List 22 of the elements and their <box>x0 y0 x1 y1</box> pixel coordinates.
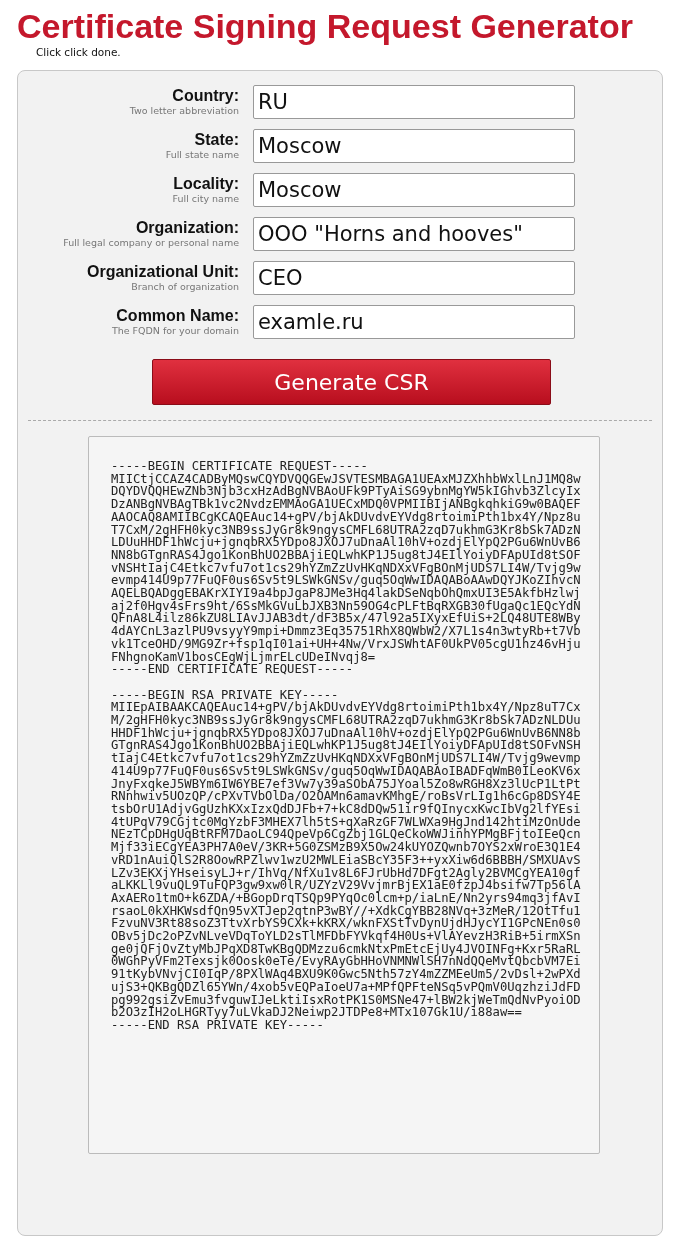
generate-button[interactable]: Generate CSR <box>152 359 551 405</box>
field-label: Organization: <box>135 219 239 237</box>
text-field[interactable]: CEO <box>253 261 575 295</box>
field-hint: Full city name <box>172 193 239 205</box>
field-hint: Full state name <box>165 149 239 161</box>
field-hint: Branch of organization <box>131 281 239 293</box>
field-label: Organizational Unit: <box>87 263 239 281</box>
text-field[interactable]: OOO "Horns and hooves" <box>253 217 575 251</box>
output-textarea[interactable]: -----BEGIN CERTIFICATE REQUEST----- MIICtjCCAZ4CADByMQswCQYDVQQGEwJSVTESMBAGA1UEAxMJZXhhbWxlLnJ1MQ8w DQYDVQQHEwZNb3Njb3cxHzAdBgNVBAoUFk9PTyAiSG9ybnMgYW5kIGhvb3ZlcyIx DzANBgNVBAgTBk1vc2NvdzEMMAoGA1UECxMDQ0VPMIIBIjANBgkqhkiG9w0BAQEF AAOCAQ8AMIIBCgKCAQEAuc14+gPV/bjAkDUvdvEYVdg8rtoimiPth1bx4Y/Npz8u T7CxM/2gHFH0kyc3NB9ssJyGr8k9ngysCMFL68UTRA2zqD7ukhmG3Kr8bSk7ADzN LDUuHHDF1hWcju+jgnqbRX5YDpo8JXOJ7uDnaAl10hV+ozdjElYpQ2PGu6WnUvB6 NN8bGTgnRAS4Jgo1KonBhUO2BBAjiEQLwhKP1J5ug8tJ4EIlYoiyDFApUId8tSOF vNSHtIajC4Etkc7vfu7ot1cs29hYZmZzUvHKqNDXxVFgBOnMjUDS7LI4W/Tvjg9w evmp414U9p77FuQF0us6Sv5t9LSWkGNSv/guq5OqWwIDAQABoAAwDQYJKoZIhvcN AQELBQADggEBAKrXIYI9a4bpJgaP8JMe3Hq4lakDSeNqbOhQmxUI3E5AkfbHzlwj aj2f0Hgv4sFrs9ht/6SsMkGVuLbJXB3Nn59OG4cPLFtBqRXGB30fUgaQc1EQcYdN QFnA8L4ilz86kZU8LIAvJJAB3dt/dF3B5x/47l92a5IXyxEfUiS+2LQ48UTE8WBy 4dAYCnL3azlPU9vsyyY9mpi+Dmmz3Eq35751RhX8QWbW2/X7L1s4n3wtyRb+t7Vb vk1TceOHD/9MG9Zr+fsp1qI01ai+UH+4Nw/VrxJSWhtAF0UkPV05cgU1hz46vHju FNhgnoKamV1bosCEgWjLjmrELcUDeINvqj8= -----END CERTIFICATE REQUEST----- -----BEGIN RSA PRIVATE KEY----- MIIEpAIBAAKCAQEAuc14+gPV/bjAkDUvdvEYVdg8rtoimiPth1bx4Y/Npz8uT7Cx M/2gHFH0kyc3NB9ssJyGr8k9ngysCMFL68UTRA2zqD7ukhmG3Kr8bSk7ADzNLDUu HHDF1hWcju+jgnqbRX5YDpo8JXOJ7uDnaAl10hV+ozdjElYpQ2PGu6WnUvB6NN8b GTgnRAS4Jgo1KonBhUO2BBAjiEQLwhKP1J5ug8tJ4EIlYoiyDFApUId8tSOFvNSH tIajC4Etkc7vfu7ot1cs29hYZmZzUvHKqNDXxVFgBOnMjUDS7LI4W/Tvjg9wevmp 414U9p77FuQF0us6Sv5t9LSWkGNSv/guq5OqWwIDAQABAoIBADFqWmB0ILeoKV6x JnyFxqkeJ5WBYm6IW6YBE7ef3Vw7y39aSObA75JYoal5Zo8wRGH8Xz3lUcP1LtPt RNnhwiv5UOzQP/cPXvTVbOlDa/O2OAMn6amavKMhgE/roBsVrLIg1h6cGp8DSY4E tsbOrU1AdjvGgUzhKXxIzxQdDJFb+7+kC8dDQw51ir9fQInycxKwcIbVg2lfYEsi 4tUPqV79CGjtc0MgYzbF3MHEX7lh5tS+qXaRzGF7WLWXa9HgJnd142htiMzOnUde NEzTCpDHgUqBtRFM7DaoLC94QpeVp6CgZbj1GLQeCkoWWJinhYPMgBFjtoIEeQcn Mjf33iECgYEA3PH7A0eV/3KR+5G0ZSMzB9X5Ow24kUYOZQwnb7OYS2xWroE3Q1E4 vRD1nAuiQlS2R8OowRPZlwv1wzU2MWLEiaSBcY35F3++yxXiw6d6BBBH/SMXUAvS LZv3EKXjYHseisyLJ+r/IhVq/NfXu1v8L6FJrUbHd7DFgt2Agly2BVMCgYEA10gf aLKKLl9vuQL9TuFQP3gw9xw0lR/UZYzV29VvjmrBjEX1aE0fzpJ4bsifw7Tp56lA AxAERo1tmO+k6ZDA/+BGopDrqTSQp9PYqOc0lcm+p/iaLnE/Nn2yrs94mq3jfAvI rsaoL0kXHKWsdfQn95vXTJep2qtnP3wBY//+XdkCgYBB28NVq+3zMeR/12OtTfu1 FzvuNV3Rt88soZ3TtvXrbYS9CXk+kKRX/wknFXStTvDynUjdHJycYI1GPcNEn0s0 OBv5jDc2oPZvNLveVDqToYLD2sTlMFDbFYVkqf4H0Us+VlAYevzH3RiB+5irmXSn ge0jQFjOvZtyMbJPqXD8TwKBgQDMzzu6cmkNtxPmEtcEjUy4JVOINFg+Kxr5RaRL 0WGhPyVFm2Texsjk0Oosk0eTe/EvyRAyGbHHoVNMNWlSH7nNdQQeMvtQbcbVM7Ei 91tKybVNvjCI0IqP/8PXlWAq4BXU9K0Gwc5Nth57zY4mZZMEeUm5/2vDsl+2wPXd ujS3+QKBgQDZl65YWn/4xob5vEQPaIoeU7a+MPfQPFteNSq5vPQmV0UqzhziJdFD pg992gsiZvEmu3fvguwIJeLktiIsxRotPK1S0MSNe47+lBW2kjWeTmQdNvPyoiOD b2O3zIH2oLHGRTyy7uLVkaDJ2Neiwp2JTDPe8+MTx107Gk1U/i88aw== -----END RSA PRIVATE KEY----- <box>88 436 600 1154</box>
field-label: State: <box>194 131 239 149</box>
field-label: Locality: <box>173 175 239 193</box>
field-hint: Two letter abbreviation <box>129 105 239 117</box>
text-field[interactable]: Moscow <box>253 173 575 207</box>
field-label: Country: <box>172 87 239 105</box>
page-title: Certificate Signing Request Generator <box>17 6 634 46</box>
text-field[interactable]: Moscow <box>253 129 575 163</box>
field-label: Common Name: <box>116 307 239 325</box>
page-subtitle: Click click done. <box>36 46 122 58</box>
text-field[interactable]: examle.ru <box>253 305 575 339</box>
field-hint: Full legal company or personal name <box>63 237 239 249</box>
field-hint: The FQDN for your domain <box>111 325 239 337</box>
text-field[interactable]: RU <box>253 85 575 119</box>
